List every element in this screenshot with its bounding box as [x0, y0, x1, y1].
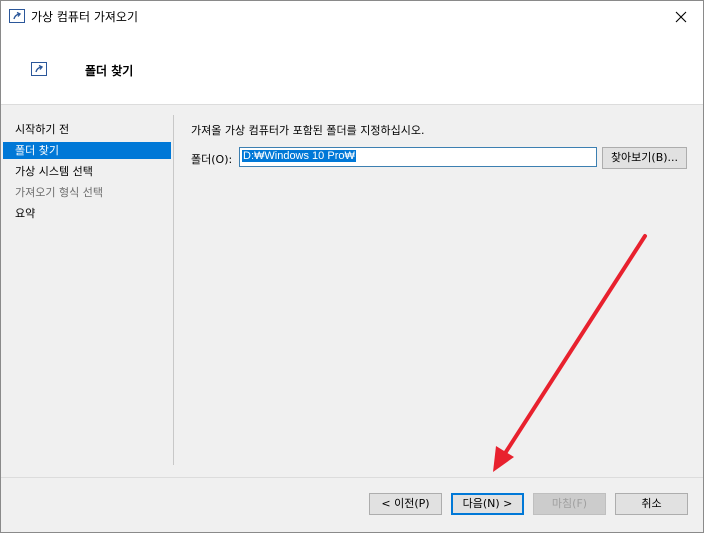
previous-button[interactable]: < 이전(P)	[369, 493, 442, 515]
folder-path-value: D:₩Windows 10 Pro₩	[242, 150, 356, 162]
nav-item-select-vm[interactable]: 가상 시스템 선택	[3, 163, 171, 180]
page-title: 폴더 찾기	[85, 64, 134, 78]
import-vm-wizard-window: 가상 컴퓨터 가져오기 폴더 찾기 시작하기 전 폴더 찾기 가상 시스템 선택…	[0, 0, 704, 533]
next-button[interactable]: 다음(N) >	[451, 493, 524, 515]
wizard-header: 폴더 찾기	[1, 32, 703, 105]
instruction-text: 가져올 가상 컴퓨터가 포함된 폴더를 지정하십시오.	[191, 124, 425, 137]
finish-button: 마침(F)	[533, 493, 606, 515]
nav-item-locate-folder[interactable]: 폴더 찾기	[3, 142, 171, 159]
close-button[interactable]	[658, 1, 703, 32]
nav-divider	[173, 115, 174, 465]
browse-button[interactable]: 찾아보기(B)...	[602, 147, 687, 169]
folder-path-input[interactable]: D:₩Windows 10 Pro₩	[239, 147, 597, 167]
import-vm-icon	[9, 9, 25, 23]
cancel-button[interactable]: 취소	[615, 493, 688, 515]
nav-item-choose-import-type: 가져오기 형식 선택	[15, 186, 103, 199]
window-title: 가상 컴퓨터 가져오기	[31, 10, 138, 24]
footer-divider	[1, 477, 703, 478]
close-icon	[675, 11, 686, 22]
folder-label: 폴더(O):	[191, 153, 233, 166]
import-vm-icon	[31, 62, 47, 76]
nav-item-summary[interactable]: 요약	[3, 205, 171, 222]
wizard-steps-nav: 시작하기 전 폴더 찾기 가상 시스템 선택 가져오기 형식 선택 요약	[1, 105, 173, 465]
nav-item-before-you-begin[interactable]: 시작하기 전	[3, 121, 171, 138]
title-bar: 가상 컴퓨터 가져오기	[1, 1, 703, 32]
